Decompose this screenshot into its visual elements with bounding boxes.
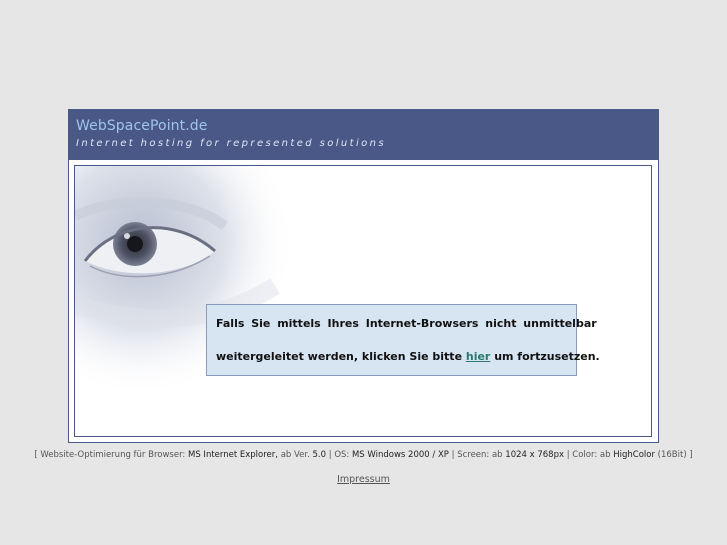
site-tagline: Internet hosting for represented solutio…	[76, 138, 387, 149]
footer-browser-value: MS Internet Explorer,	[188, 450, 278, 460]
footer-version-label: ab Ver.	[280, 450, 310, 460]
footer-screen-label: Screen: ab	[457, 450, 503, 460]
continue-link[interactable]: hier	[466, 350, 491, 363]
footer-color-label: Color: ab	[572, 450, 611, 460]
footer-separator: |	[566, 450, 570, 460]
content-panel: Falls Sie mittels Ihres Internet-Browser…	[74, 165, 652, 437]
footer-version-value: 5.0	[312, 450, 327, 460]
footer-close-bracket: ]	[689, 450, 693, 460]
footer-color-value: HighColor	[613, 450, 655, 460]
impressum-container: Impressum	[0, 474, 727, 485]
browser-requirements: [ Website-Optimierung für Browser: MS In…	[0, 450, 727, 460]
footer-os-value: MS Windows 2000 / XP	[351, 450, 449, 460]
redirect-message-line1: Falls Sie mittels Ihres Internet-Browser…	[216, 317, 597, 330]
footer-color-bits: (16Bit)	[657, 450, 687, 460]
redirect-message-suffix: um fortzusetzen.	[490, 350, 600, 363]
footer-separator: |	[451, 450, 455, 460]
footer-separator: |	[328, 450, 332, 460]
redirect-message-line2: weitergeleitet werden, klicken Sie bitte…	[216, 350, 600, 363]
footer-screen-value: 1024 x 768px	[505, 450, 565, 460]
site-title: WebSpacePoint.de	[76, 118, 208, 134]
header-banner: WebSpacePoint.de Internet hosting for re…	[68, 109, 659, 160]
content-area: Falls Sie mittels Ihres Internet-Browser…	[69, 160, 658, 442]
redirect-message-prefix: weitergeleitet werden, klicken Sie bitte	[216, 350, 466, 363]
main-frame: WebSpacePoint.de Internet hosting for re…	[68, 109, 659, 443]
impressum-link[interactable]: Impressum	[337, 474, 390, 485]
footer-browser-label: Website-Optimierung für Browser:	[40, 450, 186, 460]
footer-open-bracket: [	[34, 450, 38, 460]
redirect-message-box: Falls Sie mittels Ihres Internet-Browser…	[206, 304, 600, 376]
footer-os-label: OS:	[334, 450, 350, 460]
